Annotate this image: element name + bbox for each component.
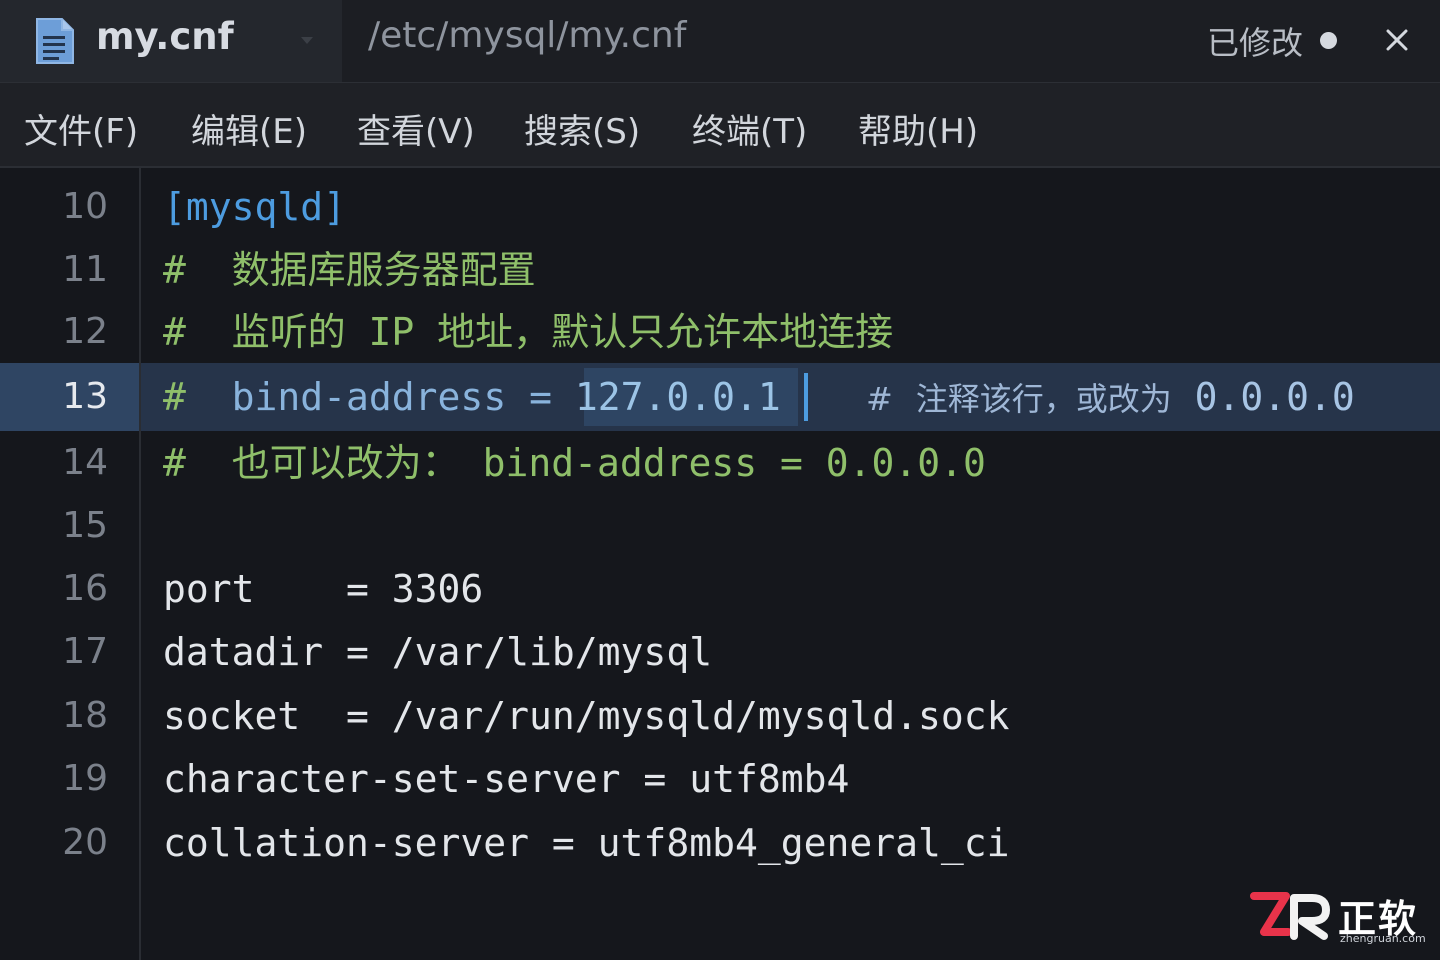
line-number: 16 bbox=[62, 568, 108, 609]
line-number: 10 bbox=[62, 186, 108, 227]
note-hash: # bbox=[866, 380, 893, 418]
menu-search[interactable]: 搜索(S) bbox=[524, 104, 640, 153]
equals-sign: = bbox=[529, 375, 552, 419]
note-value: 0.0.0.0 bbox=[1194, 375, 1355, 419]
line-number: 11 bbox=[62, 249, 108, 290]
comment-text: 也可以改为： bbox=[231, 441, 460, 485]
line-number-current: 13 bbox=[62, 376, 108, 417]
zr-logo-icon: ZR bbox=[1250, 892, 1330, 940]
comment-text: 数据库服务器配置 bbox=[231, 248, 536, 292]
dot-icon bbox=[1320, 32, 1337, 49]
note-text: 注释该行，或改为 bbox=[915, 380, 1172, 418]
code-line[interactable]: # 数据库服务器配置 bbox=[163, 248, 536, 292]
document-icon bbox=[36, 18, 74, 64]
menu-edit[interactable]: 编辑(E) bbox=[191, 104, 307, 153]
gutter-divider bbox=[139, 168, 141, 960]
line-number: 19 bbox=[62, 758, 108, 799]
menu-view[interactable]: 查看(V) bbox=[357, 104, 475, 153]
config-value-selected: 127.0.0.1 bbox=[574, 375, 781, 419]
code-line[interactable]: datadir = /var/lib/mysql bbox=[163, 630, 712, 674]
line-number: 18 bbox=[62, 695, 108, 736]
text-cursor bbox=[804, 373, 808, 421]
line-number: 15 bbox=[62, 505, 108, 546]
code-line[interactable]: # 也可以改为： bind-address = 0.0.0.0 bbox=[163, 441, 986, 485]
code-line[interactable]: collation-server = utf8mb4_general_ci bbox=[163, 821, 1009, 865]
title-bar: my.cnf /etc/mysql/my.cnf 已修改 bbox=[0, 0, 1440, 83]
comment-text: 监听的 IP 地址，默认只允许本地连接 bbox=[231, 310, 894, 354]
code-line[interactable]: [mysqld] bbox=[163, 185, 346, 229]
line-number: 17 bbox=[62, 631, 108, 672]
code-line-current[interactable]: # bind-address = 127.0.0.1 bbox=[163, 375, 781, 419]
config-key: bind-address bbox=[231, 375, 507, 419]
code-line[interactable]: character-set-server = utf8mb4 bbox=[163, 757, 849, 801]
file-tab[interactable]: my.cnf bbox=[0, 0, 342, 82]
comment-hash: # bbox=[163, 310, 186, 354]
comment-code: bind-address = 0.0.0.0 bbox=[482, 441, 986, 485]
chevron-down-icon[interactable] bbox=[300, 36, 314, 46]
menu-file[interactable]: 文件(F) bbox=[24, 104, 138, 153]
file-path: /etc/mysql/my.cnf bbox=[368, 15, 687, 56]
close-icon[interactable] bbox=[1385, 28, 1409, 52]
line-number: 14 bbox=[62, 442, 108, 483]
code-line[interactable]: # 监听的 IP 地址，默认只允许本地连接 bbox=[163, 310, 893, 354]
comment-hash: # bbox=[163, 248, 186, 292]
inline-note: # 注释该行，或改为 0.0.0.0 bbox=[866, 375, 1355, 421]
code-line[interactable]: port = 3306 bbox=[163, 567, 483, 611]
code-line[interactable]: socket = /var/run/mysqld/mysqld.sock bbox=[163, 694, 1009, 738]
menu-help[interactable]: 帮助(H) bbox=[858, 104, 978, 153]
menu-terminal[interactable]: 终端(T) bbox=[692, 104, 807, 153]
section-header: [mysqld] bbox=[163, 185, 347, 229]
file-name: my.cnf bbox=[96, 15, 234, 58]
modified-status: 已修改 bbox=[1207, 24, 1304, 62]
comment-hash: # bbox=[163, 375, 186, 419]
watermark-url: zhengruan.com bbox=[1340, 932, 1426, 945]
line-number: 20 bbox=[62, 822, 108, 863]
comment-hash: # bbox=[163, 441, 186, 485]
line-number: 12 bbox=[62, 311, 108, 352]
